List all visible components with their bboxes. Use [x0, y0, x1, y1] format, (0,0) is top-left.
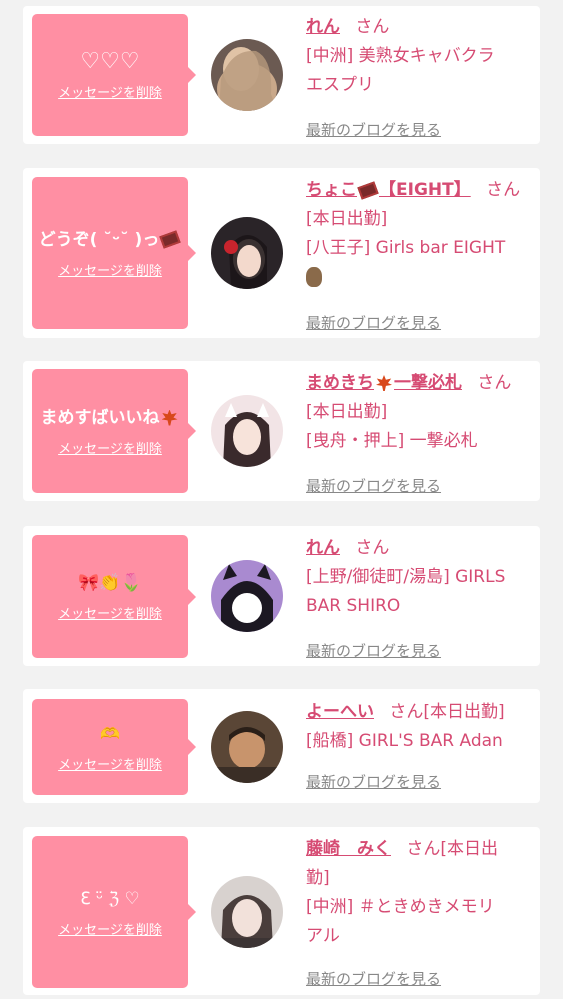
latest-blog-link[interactable]: 最新のブログを見る	[306, 309, 441, 338]
message-card: まめすばいいね メッセージを削除 まめきち 一撃必札 さん [本日出勤] [曳舟・…	[23, 361, 540, 501]
honorific: さん[本日出	[406, 839, 499, 859]
shop-line: 勤]	[306, 868, 330, 888]
honorific: さん	[355, 538, 390, 558]
host-info: れん さん [上野/御徒町/湯島] GIRLS BAR SHIRO 最新のブログ…	[306, 534, 536, 660]
shop-line: [上野/御徒町/湯島] GIRLS	[306, 567, 506, 587]
message-card: 🫶 メッセージを削除 よーへい さん[本日出勤] [船橋] GIRL'S BAR…	[23, 689, 540, 803]
latest-blog-link[interactable]: 最新のブログを見る	[306, 965, 441, 994]
latest-blog-link[interactable]: 最新のブログを見る	[306, 472, 441, 501]
delete-message-link[interactable]: メッセージを削除	[58, 919, 162, 938]
latest-blog-link[interactable]: 最新のブログを見る	[306, 768, 441, 797]
host-info: 藤崎 みく さん[本日出 勤] [中洲] ＃ときめきメモリ アル 最新のブログを…	[306, 835, 536, 988]
host-info: れん さん [中洲] 美熟女キャバクラ エスプリ 最新のブログを見る	[306, 13, 536, 139]
shop-line: エスプリ	[306, 75, 374, 95]
message-bubble: ℇ ᵕ̈ ℨ ♡ メッセージを削除	[32, 836, 196, 988]
host-name-link[interactable]: 藤崎 みく	[306, 839, 391, 859]
message-text: どうぞ( ˘ᵕ˘ )っ	[39, 228, 182, 252]
host-info: まめきち 一撃必札 さん [本日出勤] [曳舟・押上] 一撃必札 最新のブログを見…	[306, 369, 536, 495]
host-name-text: ちょこ	[306, 180, 357, 200]
host-info: ちょこ 【EIGHT】 さん [本日出勤] [八王子] Girls bar EIG…	[306, 176, 536, 332]
message-bubble: 🫶 メッセージを削除	[32, 699, 196, 795]
message-card: どうぞ( ˘ᵕ˘ )っ メッセージを削除 ちょこ 【EIGHT】 さん [本日出勤…	[23, 168, 540, 338]
latest-blog-link[interactable]: 最新のブログを見る	[306, 637, 441, 666]
host-name-text: まめきち	[306, 373, 374, 393]
shop-line: [本日出勤]	[306, 209, 388, 229]
host-name-link[interactable]: れん	[306, 17, 340, 37]
shop-line: [船橋] GIRL'S BAR Adan	[306, 731, 503, 751]
maple-leaf-icon	[376, 375, 392, 391]
message-text: ℇ ᵕ̈ ℨ ♡	[80, 888, 140, 909]
owl-icon	[306, 267, 322, 287]
delete-message-link[interactable]: メッセージを削除	[58, 603, 162, 622]
avatar[interactable]	[211, 711, 283, 783]
host-name-link[interactable]: まめきち 一撃必札	[306, 373, 462, 393]
shop-line: [曳舟・押上] 一撃必札	[306, 431, 478, 451]
shop-line: [中洲] ＃ときめきメモリ	[306, 897, 495, 917]
message-bubble: 🎀👏🌷 メッセージを削除	[32, 535, 196, 658]
avatar[interactable]	[211, 39, 283, 111]
message-card: ♡♡♡ メッセージを削除 れん さん [中洲] 美熟女キャバクラ エスプリ 最新…	[23, 6, 540, 144]
honorific: さん	[355, 17, 390, 37]
honorific: さん[本日出勤]	[389, 702, 505, 722]
host-name-link[interactable]: ちょこ 【EIGHT】	[306, 180, 471, 200]
shop-line: アル	[306, 926, 340, 946]
shop-line: [本日出勤]	[306, 402, 388, 422]
message-text: ♡♡♡	[80, 48, 140, 74]
message-text-body: どうぞ( ˘ᵕ˘ )っ	[38, 229, 160, 250]
honorific: さん	[477, 373, 512, 393]
delete-message-link[interactable]: メッセージを削除	[58, 438, 162, 457]
message-bubble: どうぞ( ˘ᵕ˘ )っ メッセージを削除	[32, 177, 196, 329]
host-name-suffix: 一撃必札	[394, 373, 462, 393]
avatar[interactable]	[211, 395, 283, 467]
avatar[interactable]	[211, 560, 283, 632]
message-text: まめすばいいね	[41, 406, 180, 430]
host-info: よーへい さん[本日出勤] [船橋] GIRL'S BAR Adan 最新のブロ…	[306, 698, 536, 791]
avatar[interactable]	[211, 217, 283, 289]
delete-message-link[interactable]: メッセージを削除	[58, 82, 162, 101]
message-text: 🎀👏🌷	[78, 573, 142, 593]
message-bubble: まめすばいいね メッセージを削除	[32, 369, 196, 493]
avatar[interactable]	[211, 876, 283, 948]
shop-line: [中洲] 美熟女キャバクラ	[306, 46, 495, 66]
host-name-suffix: 【EIGHT】	[379, 180, 471, 200]
delete-message-link[interactable]: メッセージを削除	[58, 754, 162, 773]
host-name-link[interactable]: れん	[306, 538, 340, 558]
shop-line: [八王子] Girls bar EIGHT	[306, 238, 506, 258]
chocolate-icon	[159, 230, 182, 249]
latest-blog-link[interactable]: 最新のブログを見る	[306, 116, 441, 145]
message-text-body: まめすばいいね	[40, 407, 160, 428]
message-bubble: ♡♡♡ メッセージを削除	[32, 14, 196, 136]
chocolate-icon	[357, 180, 379, 200]
host-name-link[interactable]: よーへい	[306, 702, 374, 722]
message-text: 🫶	[100, 723, 120, 743]
message-card: 🎀👏🌷 メッセージを削除 れん さん [上野/御徒町/湯島] GIRLS BAR…	[23, 526, 540, 666]
maple-leaf-icon	[161, 409, 178, 426]
shop-line: BAR SHIRO	[306, 596, 401, 616]
delete-message-link[interactable]: メッセージを削除	[58, 260, 162, 279]
honorific: さん	[486, 180, 521, 200]
message-card: ℇ ᵕ̈ ℨ ♡ メッセージを削除 藤崎 みく さん[本日出 勤] [中洲] ＃…	[23, 827, 540, 995]
